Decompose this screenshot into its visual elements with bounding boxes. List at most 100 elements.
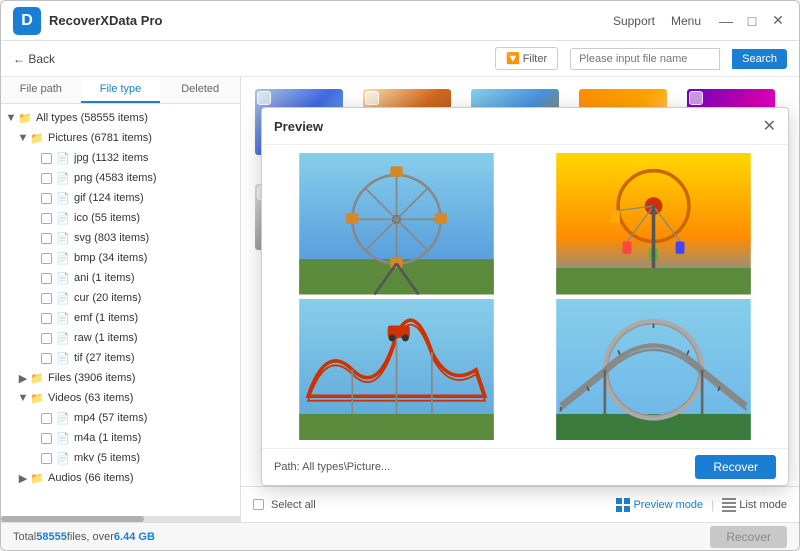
toggle-mp4 [29, 412, 41, 424]
tif-icon: 📄 [55, 350, 71, 366]
checkbox-m4a[interactable] [41, 433, 52, 444]
tree-label-all-types: All types (58555 items) [36, 112, 148, 124]
tree-item-mp4[interactable]: 📄 mp4 (57 items) [1, 408, 240, 428]
tree-item-m4a[interactable]: 📄 m4a (1 items) [1, 428, 240, 448]
nav-bar: ← Back 🔽 Filter Search [1, 41, 799, 77]
tree-item-audios[interactable]: ▶ 📁 Audios (66 items) [1, 468, 240, 488]
tree-item-ani[interactable]: 📄 ani (1 items) [1, 268, 240, 288]
audios-icon: 📁 [29, 470, 45, 486]
tree-item-tif[interactable]: 📄 tif (27 items) [1, 348, 240, 368]
toggle-tif [29, 352, 41, 364]
tree-label-mkv: mkv (5 items) [74, 452, 140, 464]
toggle-raw [29, 332, 41, 344]
toggle-cur [29, 292, 41, 304]
logo-letter: D [21, 12, 33, 30]
app-title: RecoverXData Pro [49, 13, 613, 28]
status-text-middle: files, over [67, 531, 114, 543]
tab-file-type[interactable]: File type [81, 77, 161, 103]
status-file-count: 58555 [36, 531, 67, 543]
preview-grid [262, 145, 788, 448]
app-logo: D [13, 7, 41, 35]
toggle-files: ▶ [17, 372, 29, 384]
checkbox-bmp[interactable] [41, 253, 52, 264]
preview-header: Preview ✕ [262, 108, 788, 145]
checkbox-png[interactable] [41, 173, 52, 184]
checkbox-ani[interactable] [41, 273, 52, 284]
files-icon: 📁 [29, 370, 45, 386]
tab-deleted[interactable]: Deleted [160, 77, 240, 103]
checkbox-ico[interactable] [41, 213, 52, 224]
tree-item-png[interactable]: 📄 png (4583 items) [1, 168, 240, 188]
pictures-icon: 📁 [29, 130, 45, 146]
checkbox-mp4[interactable] [41, 413, 52, 424]
search-button[interactable]: Search [732, 49, 787, 69]
checkbox-emf[interactable] [41, 313, 52, 324]
gif-icon: 📄 [55, 190, 71, 206]
tree-item-svg[interactable]: 📄 svg (803 items) [1, 228, 240, 248]
toggle-emf [29, 312, 41, 324]
sidebar: File path File type Deleted ▼ 📁 All type… [1, 77, 241, 522]
checkbox-svg[interactable] [41, 233, 52, 244]
close-button[interactable]: ✕ [769, 12, 787, 30]
checkbox-mkv[interactable] [41, 453, 52, 464]
tab-file-path[interactable]: File path [1, 77, 81, 103]
main-content: File path File type Deleted ▼ 📁 All type… [1, 77, 799, 522]
preview-image-4[interactable] [527, 299, 780, 441]
sidebar-tree: ▼ 📁 All types (58555 items) ▼ 📁 Pictures… [1, 104, 240, 516]
toggle-ani [29, 272, 41, 284]
recover-button-bottom[interactable]: Recover [710, 526, 787, 548]
title-nav: Support Menu [613, 14, 701, 28]
tree-item-bmp[interactable]: 📄 bmp (34 items) [1, 248, 240, 268]
tree-label-bmp: bmp (34 items) [74, 252, 147, 264]
toggle-pictures: ▼ [17, 132, 29, 144]
tree-label-raw: raw (1 items) [74, 332, 138, 344]
tree-label-png: png (4583 items) [74, 172, 157, 184]
checkbox-jpg[interactable] [41, 153, 52, 164]
tree-item-jpg[interactable]: 📄 jpg (1132 items [1, 148, 240, 168]
file-area: 10... img0... 3.jpg [241, 77, 799, 522]
sidebar-scroll-thumb[interactable] [1, 516, 144, 522]
tree-item-gif[interactable]: 📄 gif (124 items) [1, 188, 240, 208]
preview-image-3[interactable] [270, 299, 523, 441]
svg-icon: 📄 [55, 230, 71, 246]
tree-label-tif: tif (27 items) [74, 352, 135, 364]
tree-item-pictures[interactable]: ▼ 📁 Pictures (6781 items) [1, 128, 240, 148]
videos-icon: 📁 [29, 390, 45, 406]
checkbox-cur[interactable] [41, 293, 52, 304]
tree-item-mkv[interactable]: 📄 mkv (5 items) [1, 448, 240, 468]
ico-icon: 📄 [55, 210, 71, 226]
bmp-icon: 📄 [55, 250, 71, 266]
tree-item-videos[interactable]: ▼ 📁 Videos (63 items) [1, 388, 240, 408]
tree-label-videos: Videos (63 items) [48, 392, 133, 404]
minimize-button[interactable]: — [717, 12, 735, 30]
tree-label-m4a: m4a (1 items) [74, 432, 141, 444]
toggle-mkv [29, 452, 41, 464]
search-input[interactable] [570, 48, 720, 70]
sidebar-scrollbar[interactable] [1, 516, 240, 522]
toggle-m4a [29, 432, 41, 444]
tree-item-ico[interactable]: 📄 ico (55 items) [1, 208, 240, 228]
tree-label-svg: svg (803 items) [74, 232, 149, 244]
checkbox-tif[interactable] [41, 353, 52, 364]
preview-recover-button[interactable]: Recover [695, 455, 776, 479]
tree-item-all-types[interactable]: ▼ 📁 All types (58555 items) [1, 108, 240, 128]
menu-link[interactable]: Menu [671, 14, 701, 28]
tree-item-files[interactable]: ▶ 📁 Files (3906 items) [1, 368, 240, 388]
tree-item-emf[interactable]: 📄 emf (1 items) [1, 308, 240, 328]
toggle-jpg [29, 152, 41, 164]
toggle-videos: ▼ [17, 392, 29, 404]
tree-item-cur[interactable]: 📄 cur (20 items) [1, 288, 240, 308]
preview-image-1[interactable] [270, 153, 523, 295]
folder-icon: 📁 [17, 110, 33, 126]
preview-image-2[interactable] [527, 153, 780, 295]
toggle-ico [29, 212, 41, 224]
preview-close-button[interactable]: ✕ [763, 116, 776, 136]
maximize-button[interactable]: □ [743, 12, 761, 30]
status-text-prefix: Total [13, 531, 36, 543]
filter-button[interactable]: 🔽 Filter [495, 47, 558, 70]
checkbox-raw[interactable] [41, 333, 52, 344]
tree-item-raw[interactable]: 📄 raw (1 items) [1, 328, 240, 348]
checkbox-gif[interactable] [41, 193, 52, 204]
back-button[interactable]: ← Back [13, 52, 55, 66]
support-link[interactable]: Support [613, 14, 655, 28]
